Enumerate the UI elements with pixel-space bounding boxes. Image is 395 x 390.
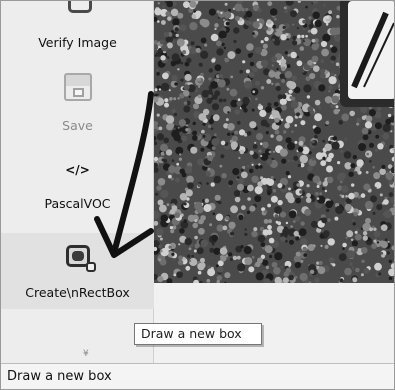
tooltip: Draw a new box [134, 323, 262, 345]
save-label: Save [62, 118, 93, 133]
verify-image-button[interactable]: Verify Image [1, 36, 154, 58]
left-toolbar: Verify Image Save </> PascalVOC Create\n… [1, 1, 154, 363]
save-icon [63, 73, 92, 101]
more-icon[interactable]: ¥ [83, 349, 89, 359]
status-bar: Draw a new box [1, 363, 394, 389]
create-rectbox-button[interactable]: Create\nRectBox [1, 233, 154, 309]
save-button[interactable]: Save [1, 73, 154, 137]
photo-foliage [154, 1, 394, 283]
create-rectbox-label: Create\nRectBox [25, 285, 130, 300]
image-canvas[interactable] [154, 1, 394, 283]
code-icon: </> [65, 163, 90, 177]
pascalvoc-format-button[interactable]: </> PascalVOC [1, 161, 154, 217]
labelimg-window: Verify Image Save </> PascalVOC Create\n… [0, 0, 395, 390]
verify-image-label: Verify Image [38, 35, 117, 50]
verify-icon [68, 1, 92, 13]
pascalvoc-label: PascalVOC [44, 196, 111, 211]
create-rectbox-icon [65, 245, 96, 272]
